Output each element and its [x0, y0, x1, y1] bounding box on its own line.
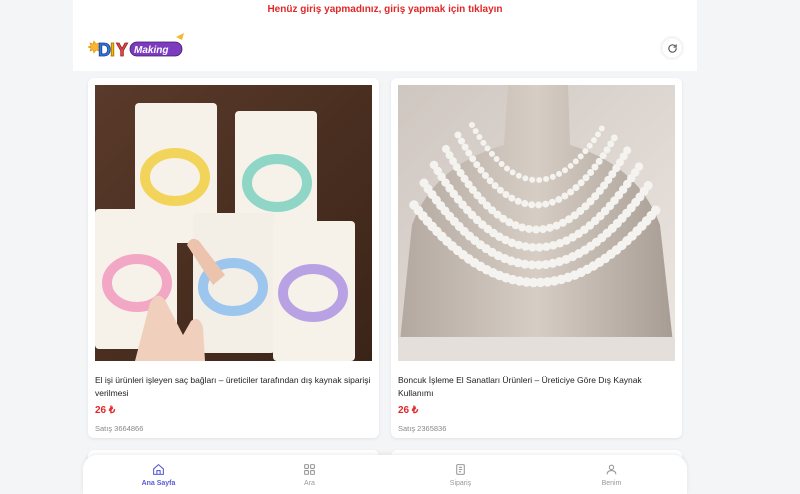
- product-card[interactable]: Boncuk İşleme El Sanatları Ürünleri – Ür…: [391, 78, 682, 438]
- home-icon: [153, 464, 164, 475]
- tab-orders[interactable]: Sipariş: [385, 455, 536, 494]
- product-image-hair-ties[interactable]: [95, 85, 372, 361]
- app-container: Henüz giriş yapmadınız, giriş yapmak içi…: [73, 0, 697, 494]
- document-icon: [456, 464, 465, 475]
- product-title[interactable]: El işi ürünleri işleyen saç bağları – ür…: [95, 374, 372, 400]
- tab-home[interactable]: Ana Sayfa: [83, 455, 234, 494]
- tab-orders-label: Sipariş: [449, 480, 472, 487]
- grid-icon: [304, 464, 315, 475]
- user-icon: [606, 464, 617, 475]
- product-card[interactable]: El işi ürünleri işleyen saç bağları – ür…: [88, 78, 379, 438]
- diy-making-logo[interactable]: D I Y Making: [88, 31, 188, 63]
- login-notice-link[interactable]: Henüz giriş yapmadınız, giriş yapmak içi…: [73, 4, 697, 15]
- tab-search-label: Ara: [304, 480, 315, 487]
- svg-text:Making: Making: [134, 45, 168, 56]
- product-price: 26 ₺: [95, 405, 116, 416]
- product-image-pearl-necklace[interactable]: [398, 85, 675, 361]
- refresh-button[interactable]: [662, 38, 682, 58]
- bottom-tab-bar: Ana Sayfa Ara Sipariş Benim: [83, 455, 687, 494]
- product-title[interactable]: Boncuk İşleme El Sanatları Ürünleri – Ür…: [398, 374, 675, 400]
- refresh-icon: [667, 43, 677, 53]
- product-sales: Satış 3664866: [95, 424, 144, 433]
- svg-text:I: I: [110, 40, 115, 60]
- tab-profile-label: Benim: [601, 480, 622, 487]
- tab-search[interactable]: Ara: [234, 455, 385, 494]
- product-sales: Satış 2365836: [398, 424, 447, 433]
- tab-profile[interactable]: Benim: [536, 455, 687, 494]
- product-price: 26 ₺: [398, 405, 419, 416]
- svg-text:Y: Y: [116, 40, 128, 60]
- tab-home-label: Ana Sayfa: [141, 480, 176, 487]
- header: Henüz giriş yapmadınız, giriş yapmak içi…: [73, 0, 697, 71]
